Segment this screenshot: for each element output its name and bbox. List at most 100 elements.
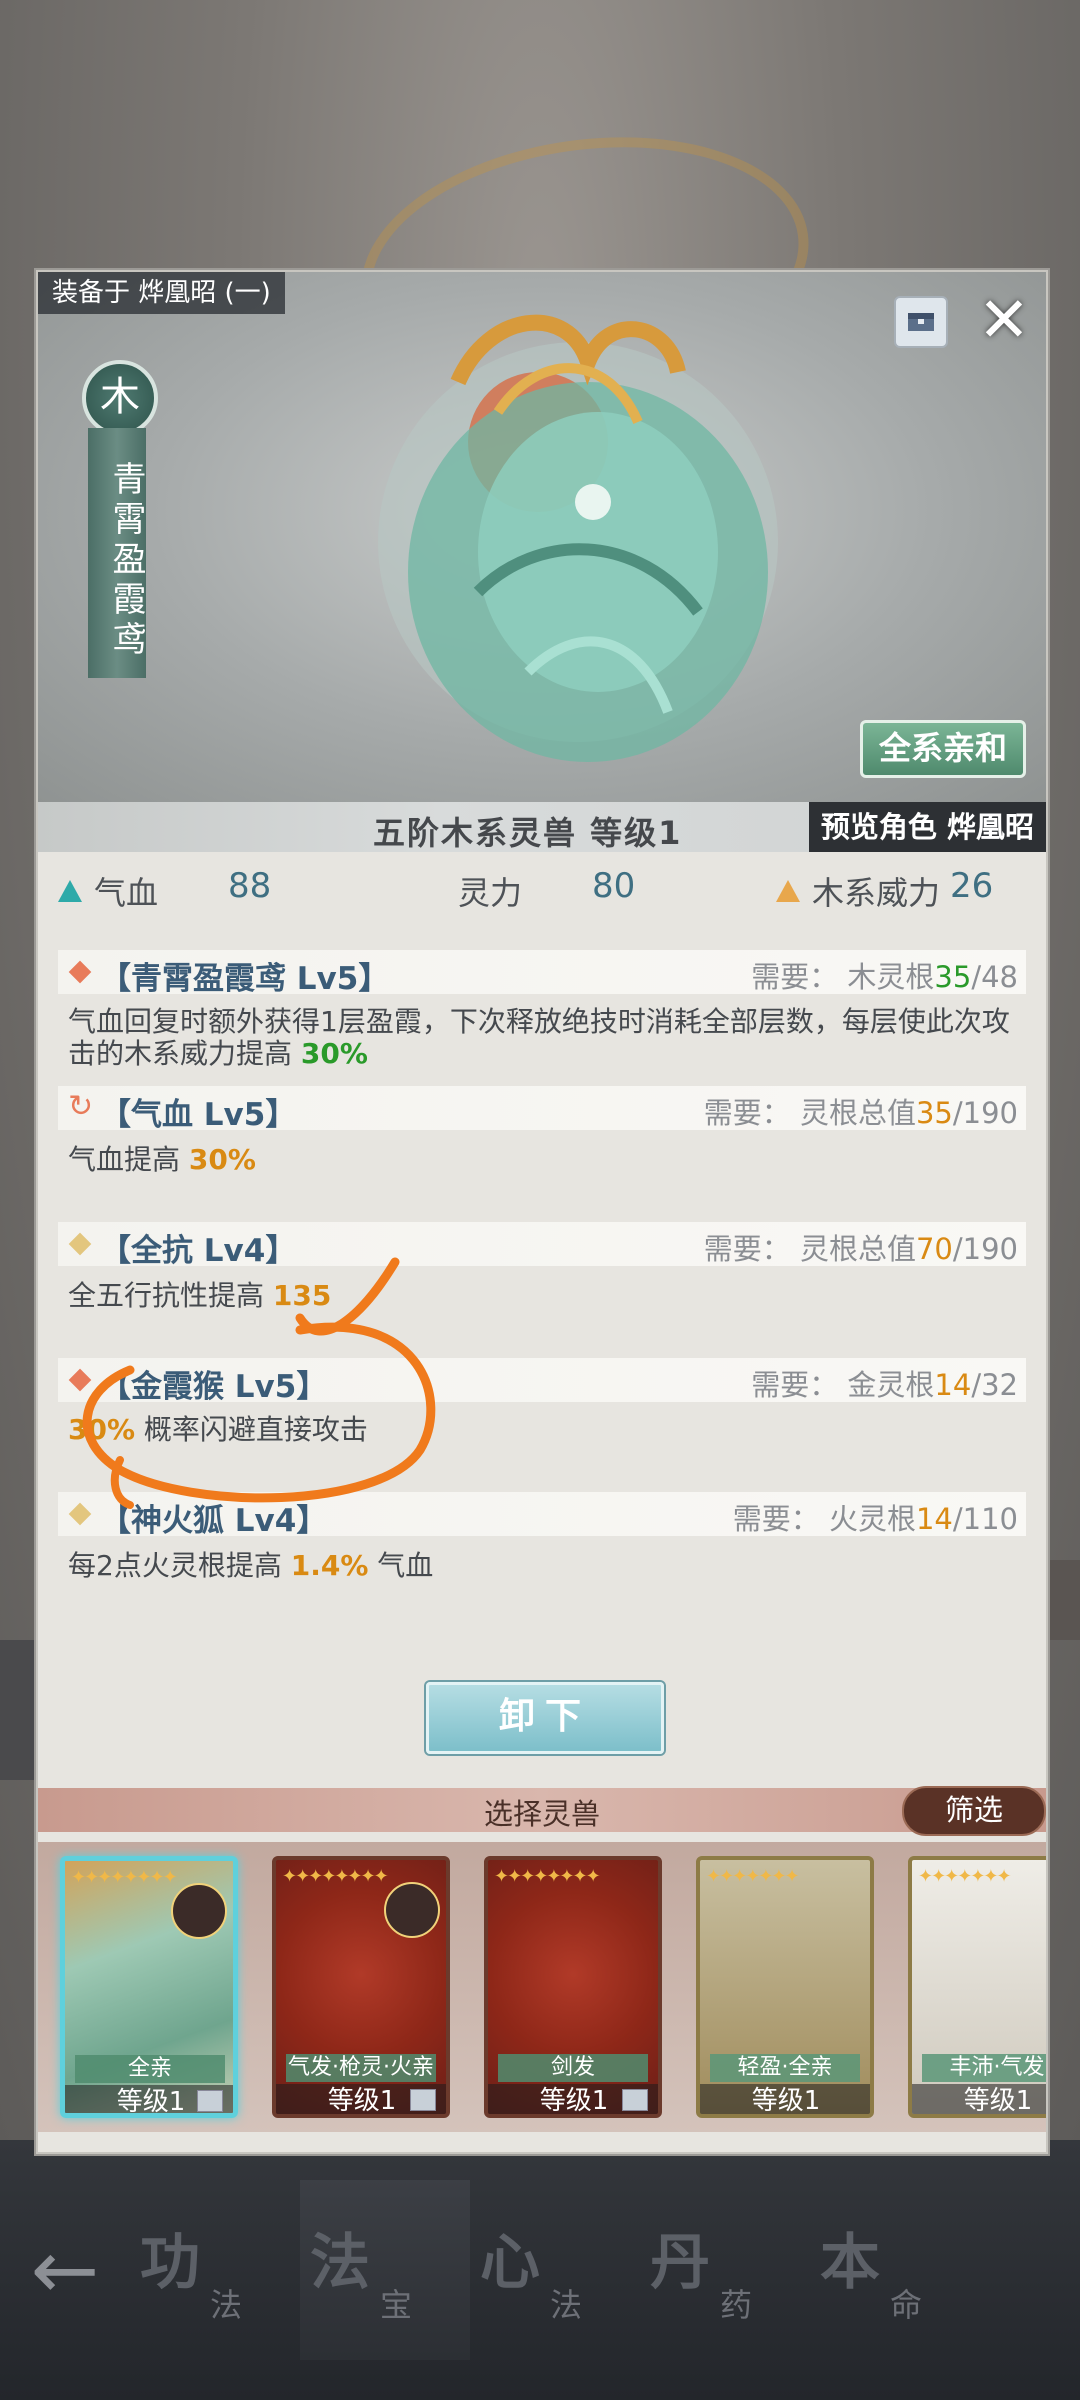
stat-label: 灵力 <box>458 874 523 912</box>
skill-desc-text: 气血提高 <box>68 1143 189 1176</box>
nav-item-title: 心 <box>480 2228 540 2298</box>
nav-item-subtitle: 命 <box>890 2286 923 2324</box>
back-arrow-icon[interactable]: ← <box>0 2210 130 2330</box>
stat-value: 26 <box>950 866 994 906</box>
requirement-max: /190 <box>952 1096 1018 1130</box>
requirement-max: /110 <box>952 1502 1018 1536</box>
chest-icon <box>622 2089 648 2111</box>
beast-name-banner: 青霄盈霞鸢 <box>88 428 146 678</box>
rank-stars: ✦✦✦✦✦✦✦✦ <box>282 1866 389 1887</box>
stat-value: 88 <box>228 866 272 906</box>
diamond-icon <box>68 960 92 984</box>
beast-card[interactable]: ✦✦✦✦✦✦✦ 轻盈·全亲 等级1 <box>696 1856 874 2118</box>
skill-requirement: 需要： 灵根总值35/190 <box>704 1090 1018 1132</box>
preview-role-button[interactable]: 预览角色 烨凰昭 <box>808 802 1046 852</box>
skill-description: 30% 概率闪避直接攻击 <box>68 1414 1018 1446</box>
beast-card-tag: 丰沛·气发 <box>922 2054 1046 2082</box>
skill-desc-value: 1.4% <box>290 1549 369 1582</box>
beast-card-level: 等级1 <box>912 2084 1046 2114</box>
spirit-beast-detail-modal: 装备于 烨凰昭 (一) 木 青霄盈霞鸢 ✕ 全系亲和 五阶木系灵兽 等级1 预览… <box>36 270 1048 2154</box>
rank-stars: ✦✦✦✦✦✦✦ <box>918 1866 1012 1887</box>
beast-card[interactable]: ✦✦✦✦✦✦✦✦ 全亲 等级1 <box>60 1856 238 2118</box>
nav-item-subtitle: 法 <box>550 2286 583 2324</box>
requirement-label: 需要： 灵根总值 <box>703 1232 916 1266</box>
filter-button[interactable]: 筛选 <box>902 1786 1046 1836</box>
skill-desc-value: 30% <box>300 1037 368 1070</box>
requirement-label: 需要： 木灵根 <box>751 960 935 994</box>
beast-card-tag: 全亲 <box>75 2055 225 2083</box>
skill-desc-suffix: 气血 <box>368 1549 434 1582</box>
triangle-up-icon <box>776 880 800 902</box>
beast-card-level: 等级1 <box>700 2084 870 2114</box>
equipped-on-label: 装备于 烨凰昭 (一) <box>38 272 285 314</box>
skill-name: 【神火狐 Lv4】 <box>100 1503 328 1539</box>
nav-item-fabao[interactable]: 法 宝 <box>300 2180 470 2360</box>
requirement-label: 需要： 金灵根 <box>751 1368 935 1402</box>
nav-item-subtitle: 药 <box>720 2286 753 2324</box>
skill-header: 【神火狐 Lv4】 需要： 火灵根14/110 <box>58 1492 1026 1539</box>
beast-card[interactable]: ✦✦✦✦✦✦✦ 丰沛·气发 等级1 <box>908 1856 1046 2118</box>
nav-item-title: 丹 <box>650 2228 710 2298</box>
beast-card[interactable]: ✦✦✦✦✦✦✦✦ 气发·枪灵·火亲 等级1 <box>272 1856 450 2118</box>
chest-icon <box>908 313 934 331</box>
beast-hero-panel: 装备于 烨凰昭 (一) 木 青霄盈霞鸢 ✕ 全系亲和 <box>38 272 1046 802</box>
nav-item-title: 本 <box>820 2228 880 2298</box>
chest-icon <box>197 2090 223 2112</box>
nav-item-xinfa[interactable]: 心 法 <box>470 2180 640 2360</box>
skill-description: 每2点火灵根提高 1.4% 气血 <box>68 1550 1018 1582</box>
skill-requirement: 需要： 金灵根14/32 <box>751 1362 1018 1404</box>
chest-icon <box>410 2089 436 2111</box>
beast-card-tag: 轻盈·全亲 <box>710 2054 860 2082</box>
skill-header: 【青霄盈霞鸢 Lv5】 需要： 木灵根35/48 <box>58 950 1026 997</box>
skill-desc-value: 30% <box>188 1143 256 1176</box>
info-chest-button[interactable] <box>894 296 948 348</box>
beast-card-tag: 剑发 <box>498 2054 648 2082</box>
skill-name: 【气血 Lv5】 <box>100 1097 297 1133</box>
select-beast-title: 选择灵兽 <box>483 1797 600 1831</box>
rank-stars: ✦✦✦✦✦✦✦✦ <box>494 1866 601 1887</box>
requirement-max: /32 <box>971 1368 1018 1402</box>
skill-requirement: 需要： 灵根总值70/190 <box>704 1226 1018 1268</box>
skill-desc-text: 概率闪避直接攻击 <box>135 1413 368 1446</box>
rank-stars: ✦✦✦✦✦✦✦ <box>706 1866 800 1887</box>
skill-desc-value: 135 <box>272 1279 332 1312</box>
diamond-icon <box>68 1232 92 1256</box>
beast-card[interactable]: ✦✦✦✦✦✦✦✦ 剑发 等级1 <box>484 1856 662 2118</box>
skill-description: 全五行抗性提高 135 <box>68 1280 1018 1312</box>
avatar <box>171 1883 227 1939</box>
diamond-icon <box>68 1368 92 1392</box>
beast-tier-level: 五阶木系灵兽 等级1 <box>373 814 683 852</box>
unequip-button[interactable]: 卸下 <box>426 1682 664 1754</box>
beast-card-list[interactable]: ✦✦✦✦✦✦✦✦ 全亲 等级1 ✦✦✦✦✦✦✦✦ 气发·枪灵·火亲 等级1 ✦✦… <box>38 1842 1046 2132</box>
skill-header: 【金霞猴 Lv5】 需要： 金灵根14/32 <box>58 1358 1026 1405</box>
requirement-max: /190 <box>952 1232 1018 1266</box>
nav-item-benming[interactable]: 本 命 <box>810 2180 980 2360</box>
beast-card-tag: 气发·枪灵·火亲 <box>286 2054 436 2082</box>
nav-item-subtitle: 宝 <box>380 2286 413 2324</box>
refresh-icon: ↻ <box>68 1089 94 1124</box>
nav-item-subtitle: 法 <box>210 2286 243 2324</box>
skill-name: 【全抗 Lv4】 <box>100 1233 297 1269</box>
skill-desc-value: 30% <box>68 1413 136 1446</box>
triangle-up-icon <box>58 880 82 902</box>
bottom-nav: ← 功 法 法 宝 心 法 丹 药 本 命 <box>0 2140 1080 2400</box>
skill-requirement: 需要： 木灵根35/48 <box>751 954 1018 996</box>
nav-item-gongfa[interactable]: 功 法 <box>130 2180 300 2360</box>
skill-description: 气血提高 30% <box>68 1144 1018 1176</box>
close-icon[interactable]: ✕ <box>974 289 1034 351</box>
skill-name: 【青霄盈霞鸢 Lv5】 <box>100 961 390 997</box>
requirement-current: 70 <box>915 1232 953 1266</box>
skill-desc-text: 气血回复时额外获得1层盈霞，下次释放绝技时消耗全部层数，每层使此次攻击的木系威力… <box>68 1005 1010 1070</box>
skill-name: 【金霞猴 Lv5】 <box>100 1369 328 1405</box>
requirement-current: 14 <box>934 1368 972 1402</box>
stat-label: 气血 <box>94 874 159 912</box>
select-beast-bar: 选择灵兽 <box>38 1788 1046 1832</box>
nav-item-danyao[interactable]: 丹 药 <box>640 2180 810 2360</box>
beast-illustration <box>378 314 778 762</box>
requirement-current: 35 <box>915 1096 953 1130</box>
skill-description: 气血回复时额外获得1层盈霞，下次释放绝技时消耗全部层数，每层使此次攻击的木系威力… <box>68 1006 1018 1070</box>
skill-desc-text: 每2点火灵根提高 <box>68 1549 291 1582</box>
stat-value: 80 <box>592 866 636 906</box>
stat-label: 木系威力 <box>812 874 941 912</box>
skill-desc-text: 全五行抗性提高 <box>68 1279 273 1312</box>
